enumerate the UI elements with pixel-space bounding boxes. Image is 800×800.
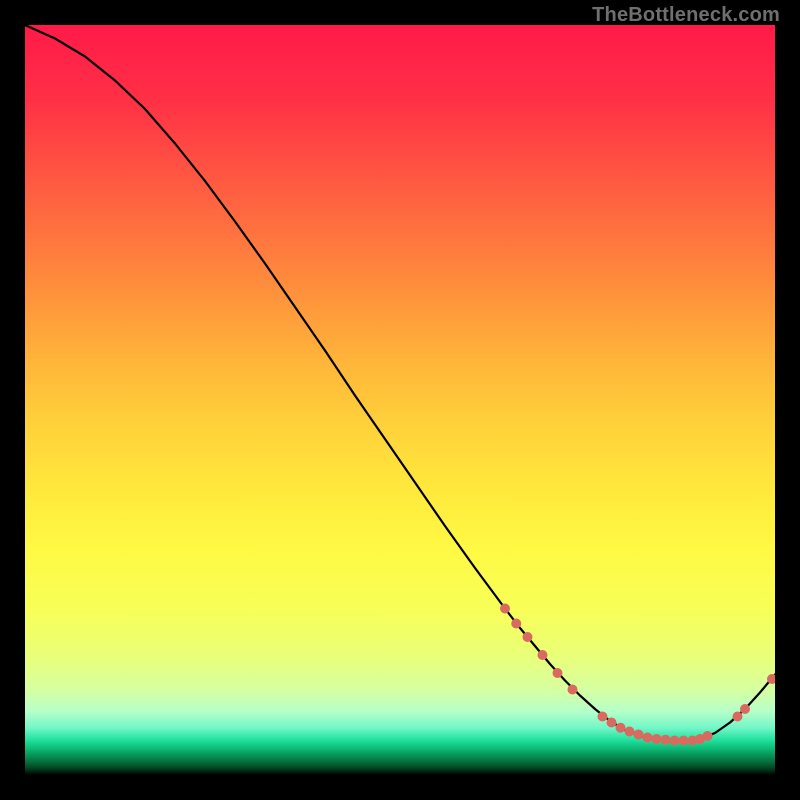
marker-point [643, 733, 653, 743]
chart-svg [25, 25, 775, 775]
chart-container: TheBottleneck.com [0, 0, 800, 800]
marker-point [679, 736, 689, 746]
marker-point [598, 712, 608, 722]
marker-point [661, 735, 671, 745]
plot-area [25, 25, 775, 775]
marker-point [523, 632, 533, 642]
marker-point [625, 727, 635, 737]
marker-point [511, 619, 521, 629]
marker-point [607, 718, 617, 728]
gradient-background [25, 25, 775, 775]
marker-point [670, 736, 680, 746]
marker-point [553, 668, 563, 678]
watermark-text: TheBottleneck.com [592, 4, 780, 27]
marker-point [616, 723, 626, 733]
marker-point [652, 734, 662, 744]
marker-point [740, 704, 750, 714]
marker-point [703, 731, 713, 741]
marker-point [568, 685, 578, 695]
marker-point [538, 650, 548, 660]
marker-point [634, 730, 644, 740]
marker-point [500, 604, 510, 614]
marker-point [733, 712, 743, 722]
